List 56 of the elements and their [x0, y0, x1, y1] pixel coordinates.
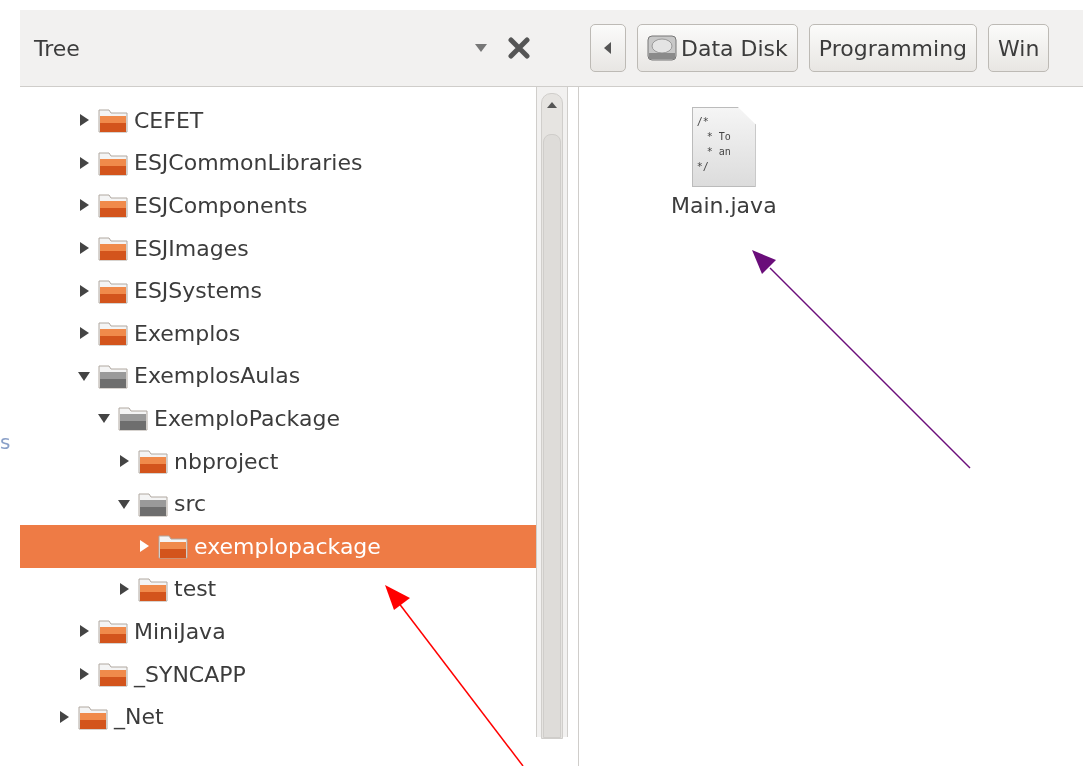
text-fragment: s [0, 429, 11, 454]
collapsed-triangle-icon[interactable] [118, 582, 130, 595]
collapsed-triangle-icon[interactable] [78, 668, 90, 680]
expanded-triangle-icon[interactable] [118, 497, 130, 510]
folder-icon [138, 490, 168, 517]
collapsed-triangle-icon[interactable] [78, 199, 90, 212]
folder-icon [98, 661, 128, 687]
folder-icon [138, 575, 168, 602]
expanded-triangle-icon[interactable] [78, 369, 90, 382]
folder-icon [98, 320, 128, 347]
folder-icon [118, 405, 148, 432]
folder-icon [98, 107, 128, 134]
tree-item[interactable]: ESJImages [20, 226, 536, 270]
collapsed-triangle-icon[interactable] [78, 625, 90, 638]
dropdown-button[interactable] [474, 43, 488, 53]
folder-icon [98, 277, 128, 304]
scrollbar[interactable] [541, 93, 563, 739]
tree-item[interactable]: CEFET [20, 99, 536, 142]
folder-icon [98, 618, 128, 645]
folder-icon [158, 533, 188, 560]
folder-icon [98, 192, 128, 219]
folder-icon [138, 448, 168, 475]
collapsed-triangle-icon[interactable] [78, 156, 90, 169]
expanded-triangle-icon[interactable] [98, 412, 110, 425]
scroll-up-arrow-icon[interactable] [546, 100, 558, 110]
collapsed-triangle-icon[interactable] [78, 114, 90, 127]
back-button[interactable] [590, 24, 626, 72]
text-file-icon[interactable]: /* * To * an */ [691, 107, 756, 187]
tree-item[interactable]: ExemploPackage [20, 397, 536, 440]
path-button[interactable]: Win [988, 24, 1050, 72]
collapsed-triangle-icon[interactable] [78, 327, 90, 340]
folder-icon [78, 703, 108, 730]
folder-icon [98, 235, 128, 262]
folder-icon [98, 149, 128, 176]
close-button[interactable] [508, 37, 530, 59]
path-button[interactable]: Data Disk [637, 24, 798, 72]
tree-item[interactable]: ESJSystems [20, 269, 536, 312]
collapsed-triangle-icon[interactable] [78, 242, 90, 255]
tree-item[interactable]: ESJCommonLibraries [20, 141, 536, 185]
tree-item[interactable]: _SYNCAPP [20, 652, 536, 696]
folder-icon [98, 362, 128, 389]
collapsed-triangle-icon[interactable] [78, 284, 90, 297]
tree-item[interactable]: src [20, 482, 536, 525]
tree-item[interactable]: test [20, 567, 536, 611]
tree-item[interactable]: ExemplosAulas [20, 354, 536, 398]
tree-item[interactable]: nbproject [20, 439, 536, 483]
tree-item[interactable]: _Net [20, 695, 536, 737]
pane-title: Tree [34, 35, 81, 61]
tree-item[interactable]: ESJComponents [20, 184, 536, 227]
tree-item[interactable]: MiniJava [20, 610, 536, 653]
collapsed-triangle-icon[interactable] [58, 710, 70, 723]
tree-item[interactable]: Exemplos [20, 311, 536, 355]
file-name[interactable]: Main.java [671, 193, 777, 218]
collapsed-triangle-icon[interactable] [118, 455, 130, 468]
path-button[interactable]: Programming [808, 24, 978, 72]
back-arrow-icon [604, 42, 612, 54]
